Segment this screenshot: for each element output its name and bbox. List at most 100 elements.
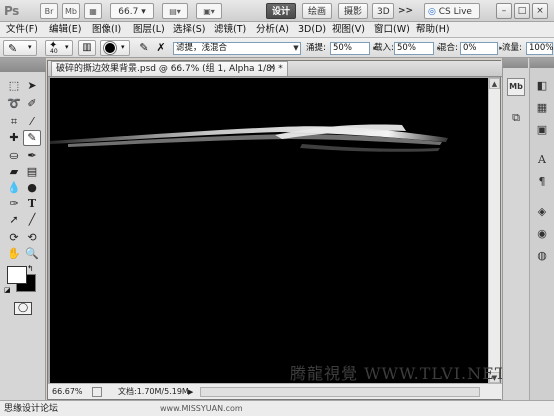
zoom-level-select[interactable]: 66.7 ▾	[110, 3, 154, 19]
menu-analysis[interactable]: 分析(A)	[254, 23, 291, 37]
zoom-icon[interactable]: 🔍	[23, 246, 41, 262]
color-panel-icon[interactable]: ◧	[533, 76, 551, 94]
menu-view[interactable]: 视图(V)	[330, 23, 367, 37]
mix-field[interactable]: 0%	[460, 42, 498, 55]
flow-field[interactable]: 100%	[526, 42, 553, 55]
paragraph-panel-icon[interactable]: ¶	[533, 172, 551, 190]
quick-select-icon[interactable]: ✐	[23, 96, 41, 112]
clean-brush-icon[interactable]: ✗	[153, 40, 169, 56]
layers-panel-icon[interactable]: ◈	[533, 202, 551, 220]
workspace-3d-button[interactable]: 3D	[372, 3, 394, 19]
workspace-photography-button[interactable]: 摄影	[338, 3, 368, 19]
menu-image[interactable]: 图像(I)	[90, 23, 123, 37]
menu-select[interactable]: 选择(S)	[171, 23, 207, 37]
bridge-button[interactable]: Br	[40, 3, 58, 19]
workspace-painting-button[interactable]: 绘画	[302, 3, 332, 19]
menu-help[interactable]: 帮助(H)	[414, 23, 452, 37]
close-document-icon[interactable]: ×	[266, 62, 278, 74]
panel-dock: Mb ⧉ ◧ ▦ ▣ A ¶ ◈ ◉ ◍	[502, 58, 554, 400]
dock-column-header[interactable]	[530, 58, 554, 68]
line-icon[interactable]: ╱	[23, 212, 41, 228]
panel-dock-column: ◧ ▦ ▣ A ¶ ◈ ◉ ◍	[529, 58, 554, 400]
cs-live-button[interactable]: ◎ CS Live ▾	[424, 3, 480, 33]
current-load-swatch[interactable]: ▾	[100, 40, 130, 56]
menu-3d[interactable]: 3D(D)	[296, 23, 328, 37]
blur-icon[interactable]: 💧	[5, 180, 23, 196]
crop-icon[interactable]: ⌗	[5, 114, 23, 130]
horizontal-scrollbar[interactable]	[200, 387, 480, 397]
flow-label: 流量:	[502, 43, 522, 53]
stamp-icon[interactable]: ⛀	[5, 148, 23, 164]
mixer-brush-icon[interactable]: ✎	[23, 130, 41, 146]
swatches-panel-icon[interactable]: ▦	[533, 98, 551, 116]
more-workspaces-button[interactable]: >>	[398, 3, 413, 19]
minimize-button[interactable]: –	[496, 3, 512, 19]
options-bar: ✎ ▾ ✦ 40 ▾ ▥ ▾ ✎ ✗ 滤提，浅混合 ▼ 涌提: 50% ▸ 载入…	[0, 38, 554, 58]
guides-icon[interactable]: ▦	[84, 3, 102, 19]
maximize-button[interactable]: □	[514, 3, 530, 19]
zoom-status[interactable]: 66.67%	[52, 386, 83, 398]
menu-window[interactable]: 窗口(W)	[372, 23, 412, 37]
watermark-text: 腾龍視覺 WWW.TLVI.NET	[290, 364, 507, 383]
load-brush-icon[interactable]: ✎	[136, 40, 152, 56]
footer-site-url: www.MISSYUAN.com	[160, 404, 243, 413]
history-panel-icon[interactable]: ⧉	[507, 108, 525, 126]
dock-header[interactable]	[503, 58, 528, 68]
pen-icon[interactable]: ✑	[5, 196, 23, 212]
paths-panel-icon[interactable]: ◍	[533, 246, 551, 264]
eraser-icon[interactable]: ▰	[5, 164, 23, 180]
status-menu-arrow-icon[interactable]: ▶	[188, 386, 193, 398]
3d-orbit-icon[interactable]: ⟲	[23, 230, 41, 246]
lasso-icon[interactable]: ➰	[5, 96, 23, 112]
cs-live-label: CS Live	[438, 7, 472, 17]
brush-preset-picker[interactable]: ✦ 40 ▾	[45, 40, 73, 56]
channels-panel-icon[interactable]: ◉	[533, 224, 551, 242]
mini-bridge-button[interactable]: Mb	[62, 3, 80, 19]
photoshop-logo: Ps	[4, 4, 19, 18]
chevron-down-icon: ▾	[121, 43, 125, 51]
move-icon[interactable]: ➤	[23, 78, 41, 94]
history-brush-icon[interactable]: ✒	[23, 148, 41, 164]
chevron-down-icon: ▾	[141, 7, 146, 17]
swap-colors-icon[interactable]: ↰	[27, 264, 34, 273]
quick-mask-icon[interactable]: ◯	[14, 302, 32, 315]
type-icon[interactable]: T	[23, 196, 41, 212]
wet-label: 涌提:	[306, 43, 326, 53]
tool-preset-picker[interactable]: ✎ ▾	[3, 40, 37, 56]
document-size-status: 文档:1.70M/5.19M	[118, 387, 189, 396]
dodge-icon[interactable]: ●	[23, 180, 41, 196]
brush-size-value: 40	[50, 48, 58, 55]
3d-rotate-icon[interactable]: ⟳	[5, 230, 23, 246]
load-swatch-icon	[103, 41, 117, 55]
document-tab[interactable]: 破碎的撕边效果背景.psd @ 66.7% (组 1, Alpha 1/8) *	[51, 61, 288, 76]
vertical-scrollbar[interactable]: ▲ ▼	[488, 78, 500, 383]
arrange-documents-icon[interactable]: ▤▾	[162, 3, 188, 19]
healing-icon[interactable]: ✚	[5, 130, 23, 146]
tools-panel-header[interactable]	[0, 58, 46, 72]
hand-icon[interactable]: ✋	[5, 246, 23, 262]
brush-panel-toggle-icon[interactable]: ▥	[78, 40, 96, 56]
gradient-icon[interactable]: ▤	[23, 164, 41, 180]
canvas[interactable]	[50, 78, 488, 383]
character-panel-icon[interactable]: A	[533, 150, 551, 168]
styles-panel-icon[interactable]: ▣	[533, 120, 551, 138]
menu-layer[interactable]: 图层(L)	[131, 23, 167, 37]
marquee-icon[interactable]: ⬚	[5, 78, 23, 94]
mixer-brush-icon: ✎	[8, 42, 18, 55]
foreground-color-swatch[interactable]	[7, 266, 27, 284]
load-field[interactable]: 50%	[394, 42, 434, 55]
close-window-button[interactable]: ×	[532, 3, 548, 19]
zoom-level-value: 66.7	[118, 7, 139, 17]
scroll-up-icon[interactable]: ▲	[489, 78, 500, 89]
path-select-icon[interactable]: ➚	[5, 212, 23, 228]
menu-filter[interactable]: 滤镜(T)	[212, 23, 248, 37]
default-colors-icon[interactable]: ◪	[4, 286, 11, 294]
mini-bridge-panel-icon[interactable]: Mb	[507, 78, 525, 96]
wet-field[interactable]: 50%	[330, 42, 370, 55]
menu-file[interactable]: 文件(F)	[4, 23, 40, 37]
blend-combination-select[interactable]: 滤提，浅混合	[173, 42, 301, 55]
menu-edit[interactable]: 编辑(E)	[47, 23, 83, 37]
screen-mode-icon[interactable]: ▣▾	[196, 3, 222, 19]
eyedropper-icon[interactable]: ⁄	[23, 114, 41, 130]
workspace-design-button[interactable]: 设计	[266, 3, 296, 19]
